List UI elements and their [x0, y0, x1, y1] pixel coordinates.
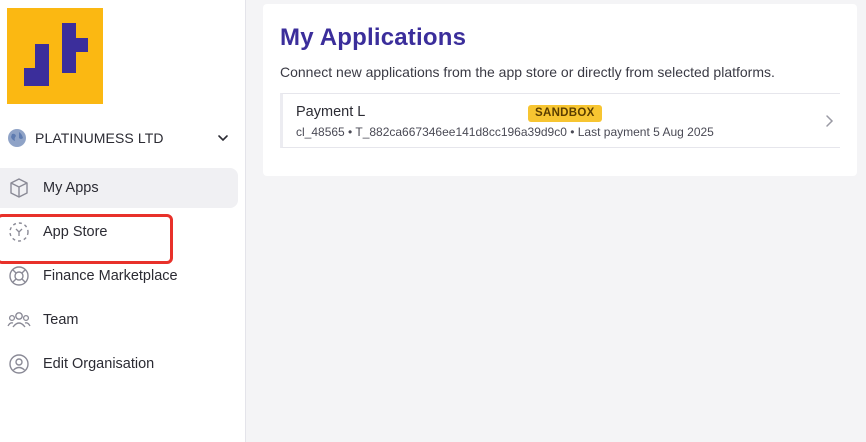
globe-icon — [8, 129, 26, 147]
app-store-icon — [7, 220, 31, 244]
application-row[interactable]: Payment L SANDBOX cl_48565 • T_882ca6673… — [280, 93, 840, 148]
sidebar-item-edit-organisation[interactable]: Edit Organisation — [0, 344, 238, 384]
sidebar-item-label: Edit Organisation — [43, 356, 155, 372]
sandbox-badge: SANDBOX — [528, 105, 602, 122]
page-description: Connect new applications from the app st… — [280, 64, 775, 80]
organisation-switcher[interactable]: PLATINUMESS LTD — [6, 124, 238, 152]
organisation-name: PLATINUMESS LTD — [35, 130, 164, 146]
page-title: My Applications — [280, 24, 467, 51]
sidebar-item-team[interactable]: Team — [0, 300, 238, 340]
sidebar-item-label: Team — [43, 312, 79, 328]
team-icon — [7, 308, 31, 332]
application-name: Payment L — [296, 104, 366, 120]
brand-logo[interactable] — [7, 8, 103, 104]
sidebar-item-label: My Apps — [43, 180, 99, 196]
sidebar-item-app-store[interactable]: App Store — [0, 212, 238, 252]
sidebar: PLATINUMESS LTD My Apps App Store Financ… — [0, 0, 246, 442]
sidebar-item-finance-marketplace[interactable]: Finance Marketplace — [0, 256, 238, 296]
chevron-down-icon — [218, 135, 228, 142]
user-circle-icon — [7, 352, 31, 376]
box-icon — [7, 176, 31, 200]
sidebar-item-label: App Store — [43, 224, 108, 240]
applications-card: My Applications Connect new applications… — [263, 4, 857, 176]
application-meta: cl_48565 • T_882ca667346ee141d8cc196a39d… — [296, 125, 714, 139]
sidebar-item-label: Finance Marketplace — [43, 268, 178, 284]
sidebar-item-my-apps[interactable]: My Apps — [0, 168, 238, 208]
chevron-right-icon — [826, 115, 834, 127]
lifebuoy-icon — [7, 264, 31, 288]
